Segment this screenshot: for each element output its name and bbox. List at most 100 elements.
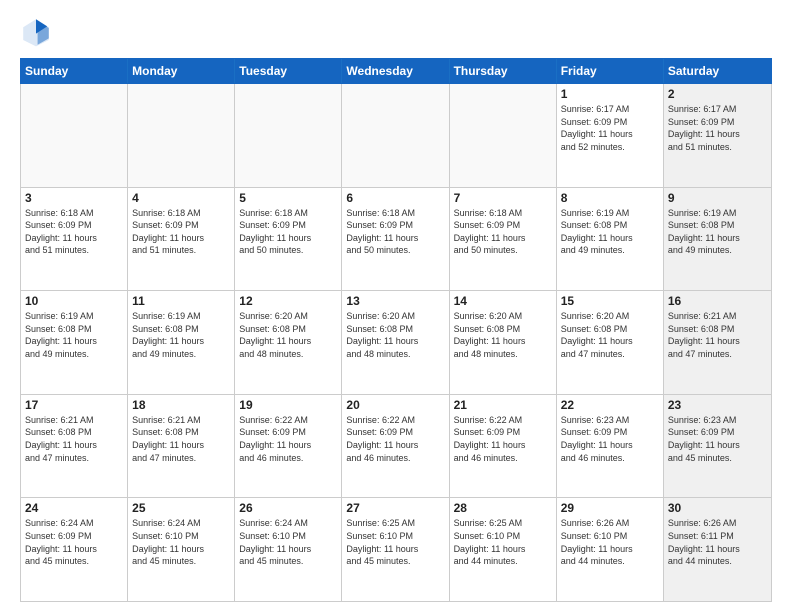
day-info: Sunrise: 6:22 AM Sunset: 6:09 PM Dayligh… <box>346 414 444 464</box>
day-info: Sunrise: 6:19 AM Sunset: 6:08 PM Dayligh… <box>25 310 123 360</box>
day-number: 30 <box>668 501 767 515</box>
cal-cell: 17 Sunrise: 6:21 AM Sunset: 6:08 PM Dayli… <box>21 395 128 498</box>
day-number: 9 <box>668 191 767 205</box>
cal-cell: 26 Sunrise: 6:24 AM Sunset: 6:10 PM Dayli… <box>235 498 342 601</box>
cal-cell: 21 Sunrise: 6:22 AM Sunset: 6:09 PM Dayli… <box>450 395 557 498</box>
cal-week: 1 Sunrise: 6:17 AM Sunset: 6:09 PM Daylig… <box>21 84 771 188</box>
day-number: 27 <box>346 501 444 515</box>
day-number: 29 <box>561 501 659 515</box>
day-info: Sunrise: 6:22 AM Sunset: 6:09 PM Dayligh… <box>454 414 552 464</box>
day-number: 24 <box>25 501 123 515</box>
day-number: 4 <box>132 191 230 205</box>
day-number: 18 <box>132 398 230 412</box>
cal-week: 3 Sunrise: 6:18 AM Sunset: 6:09 PM Daylig… <box>21 188 771 292</box>
day-number: 16 <box>668 294 767 308</box>
cal-cell <box>342 84 449 187</box>
cal-cell: 25 Sunrise: 6:24 AM Sunset: 6:10 PM Dayli… <box>128 498 235 601</box>
day-info: Sunrise: 6:20 AM Sunset: 6:08 PM Dayligh… <box>346 310 444 360</box>
cal-cell: 29 Sunrise: 6:26 AM Sunset: 6:10 PM Dayli… <box>557 498 664 601</box>
cal-header-cell: Sunday <box>21 59 128 83</box>
cal-cell: 8Sunrise: 6:19 AM Sunset: 6:08 PM Daylig… <box>557 188 664 291</box>
cal-cell: 12Sunrise: 6:20 AM Sunset: 6:08 PM Dayli… <box>235 291 342 394</box>
day-info: Sunrise: 6:25 AM Sunset: 6:10 PM Dayligh… <box>346 517 444 567</box>
day-info: Sunrise: 6:21 AM Sunset: 6:08 PM Dayligh… <box>132 414 230 464</box>
day-info: Sunrise: 6:21 AM Sunset: 6:08 PM Dayligh… <box>668 310 767 360</box>
cal-cell: 28Sunrise: 6:25 AM Sunset: 6:10 PM Dayli… <box>450 498 557 601</box>
cal-header-cell: Friday <box>557 59 664 83</box>
day-number: 5 <box>239 191 337 205</box>
cal-cell: 16 Sunrise: 6:21 AM Sunset: 6:08 PM Dayli… <box>664 291 771 394</box>
calendar-body: 1 Sunrise: 6:17 AM Sunset: 6:09 PM Daylig… <box>20 84 772 602</box>
cal-cell: 18 Sunrise: 6:21 AM Sunset: 6:08 PM Dayli… <box>128 395 235 498</box>
day-info: Sunrise: 6:22 AM Sunset: 6:09 PM Dayligh… <box>239 414 337 464</box>
day-info: Sunrise: 6:17 AM Sunset: 6:09 PM Dayligh… <box>668 103 767 153</box>
cal-cell <box>235 84 342 187</box>
day-info: Sunrise: 6:19 AM Sunset: 6:08 PM Dayligh… <box>132 310 230 360</box>
cal-cell: 10 Sunrise: 6:19 AM Sunset: 6:08 PM Dayli… <box>21 291 128 394</box>
cal-header-cell: Saturday <box>664 59 771 83</box>
cal-header-cell: Monday <box>128 59 235 83</box>
day-number: 17 <box>25 398 123 412</box>
day-info: Sunrise: 6:24 AM Sunset: 6:10 PM Dayligh… <box>239 517 337 567</box>
day-info: Sunrise: 6:18 AM Sunset: 6:09 PM Dayligh… <box>25 207 123 257</box>
cal-cell: 5 Sunrise: 6:18 AM Sunset: 6:09 PM Daylig… <box>235 188 342 291</box>
day-info: Sunrise: 6:18 AM Sunset: 6:09 PM Dayligh… <box>239 207 337 257</box>
cal-cell: 11 Sunrise: 6:19 AM Sunset: 6:08 PM Dayli… <box>128 291 235 394</box>
cal-week: 17 Sunrise: 6:21 AM Sunset: 6:08 PM Dayli… <box>21 395 771 499</box>
cal-cell: 13 Sunrise: 6:20 AM Sunset: 6:08 PM Dayli… <box>342 291 449 394</box>
day-number: 23 <box>668 398 767 412</box>
day-info: Sunrise: 6:20 AM Sunset: 6:08 PM Dayligh… <box>561 310 659 360</box>
cal-cell: 20 Sunrise: 6:22 AM Sunset: 6:09 PM Dayli… <box>342 395 449 498</box>
day-number: 6 <box>346 191 444 205</box>
cal-cell: 30Sunrise: 6:26 AM Sunset: 6:11 PM Dayli… <box>664 498 771 601</box>
calendar: SundayMondayTuesdayWednesdayThursdayFrid… <box>20 58 772 602</box>
cal-week: 24 Sunrise: 6:24 AM Sunset: 6:09 PM Dayli… <box>21 498 771 601</box>
cal-cell: 7 Sunrise: 6:18 AM Sunset: 6:09 PM Daylig… <box>450 188 557 291</box>
day-info: Sunrise: 6:26 AM Sunset: 6:10 PM Dayligh… <box>561 517 659 567</box>
cal-cell: 2 Sunrise: 6:17 AM Sunset: 6:09 PM Daylig… <box>664 84 771 187</box>
cal-cell: 24 Sunrise: 6:24 AM Sunset: 6:09 PM Dayli… <box>21 498 128 601</box>
day-number: 21 <box>454 398 552 412</box>
cal-cell: 1Sunrise: 6:17 AM Sunset: 6:09 PM Daylig… <box>557 84 664 187</box>
day-info: Sunrise: 6:21 AM Sunset: 6:08 PM Dayligh… <box>25 414 123 464</box>
cal-cell: 23 Sunrise: 6:23 AM Sunset: 6:09 PM Dayli… <box>664 395 771 498</box>
day-number: 25 <box>132 501 230 515</box>
day-number: 11 <box>132 294 230 308</box>
day-number: 1 <box>561 87 659 101</box>
day-number: 2 <box>668 87 767 101</box>
day-info: Sunrise: 6:24 AM Sunset: 6:09 PM Dayligh… <box>25 517 123 567</box>
day-number: 10 <box>25 294 123 308</box>
logo-icon <box>20 16 52 48</box>
cal-cell <box>450 84 557 187</box>
cal-cell: 3 Sunrise: 6:18 AM Sunset: 6:09 PM Daylig… <box>21 188 128 291</box>
cal-header-cell: Tuesday <box>235 59 342 83</box>
day-number: 19 <box>239 398 337 412</box>
cal-cell: 15Sunrise: 6:20 AM Sunset: 6:08 PM Dayli… <box>557 291 664 394</box>
cal-cell: 4 Sunrise: 6:18 AM Sunset: 6:09 PM Daylig… <box>128 188 235 291</box>
cal-cell: 6Sunrise: 6:18 AM Sunset: 6:09 PM Daylig… <box>342 188 449 291</box>
day-info: Sunrise: 6:18 AM Sunset: 6:09 PM Dayligh… <box>132 207 230 257</box>
day-info: Sunrise: 6:19 AM Sunset: 6:08 PM Dayligh… <box>668 207 767 257</box>
cal-week: 10 Sunrise: 6:19 AM Sunset: 6:08 PM Dayli… <box>21 291 771 395</box>
cal-cell: 22Sunrise: 6:23 AM Sunset: 6:09 PM Dayli… <box>557 395 664 498</box>
cal-header-cell: Thursday <box>450 59 557 83</box>
logo <box>20 16 56 48</box>
cal-cell: 19 Sunrise: 6:22 AM Sunset: 6:09 PM Dayli… <box>235 395 342 498</box>
day-number: 22 <box>561 398 659 412</box>
day-number: 12 <box>239 294 337 308</box>
day-number: 13 <box>346 294 444 308</box>
day-info: Sunrise: 6:23 AM Sunset: 6:09 PM Dayligh… <box>668 414 767 464</box>
cal-cell: 14Sunrise: 6:20 AM Sunset: 6:08 PM Dayli… <box>450 291 557 394</box>
page: SundayMondayTuesdayWednesdayThursdayFrid… <box>0 0 792 612</box>
day-info: Sunrise: 6:25 AM Sunset: 6:10 PM Dayligh… <box>454 517 552 567</box>
day-info: Sunrise: 6:18 AM Sunset: 6:09 PM Dayligh… <box>454 207 552 257</box>
cal-cell <box>21 84 128 187</box>
day-number: 3 <box>25 191 123 205</box>
day-number: 26 <box>239 501 337 515</box>
cal-cell <box>128 84 235 187</box>
day-number: 7 <box>454 191 552 205</box>
day-info: Sunrise: 6:24 AM Sunset: 6:10 PM Dayligh… <box>132 517 230 567</box>
cal-cell: 9 Sunrise: 6:19 AM Sunset: 6:08 PM Daylig… <box>664 188 771 291</box>
day-number: 20 <box>346 398 444 412</box>
cal-header-cell: Wednesday <box>342 59 449 83</box>
